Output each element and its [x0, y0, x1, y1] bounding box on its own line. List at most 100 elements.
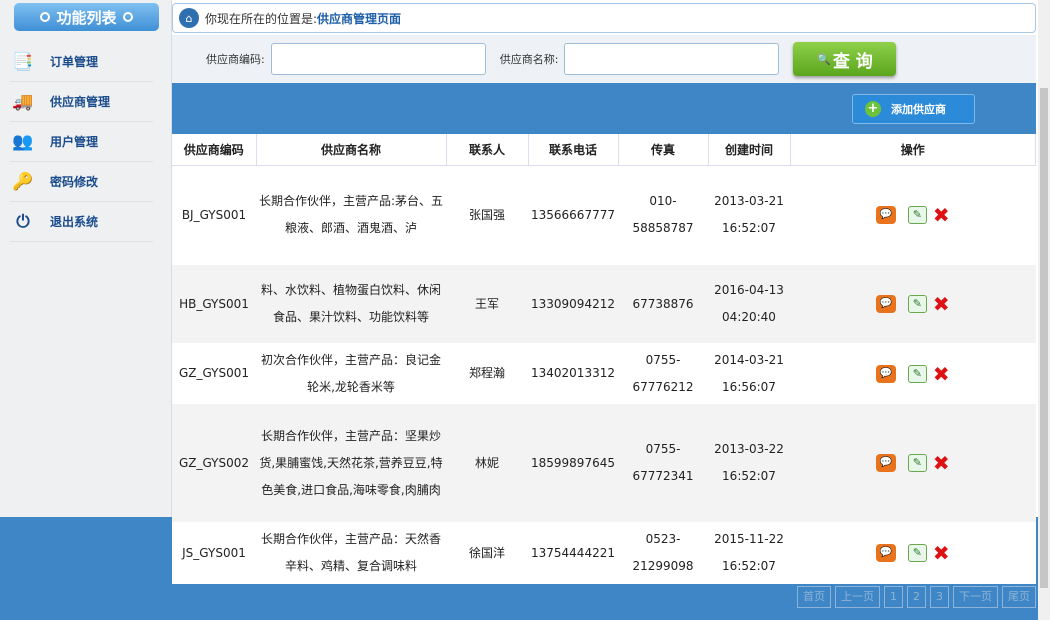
menu-icon: 👥: [12, 131, 34, 152]
sidebar-item-1[interactable]: 🚚 供应商管理: [10, 82, 153, 122]
pager-item[interactable]: 尾页: [1002, 586, 1036, 608]
edit-icon[interactable]: ✎: [907, 364, 927, 383]
cell-fax: 0523-21299098: [618, 522, 708, 584]
pager-item[interactable]: 2: [907, 586, 926, 608]
cell-time: 2016-04-13 04:20:40: [708, 265, 790, 343]
search-icon: 🔍: [817, 52, 831, 66]
view-icon[interactable]: 💬: [875, 295, 896, 313]
supplier-code-input[interactable]: [270, 43, 486, 75]
table-row: HB_GYS001 料、水饮料、植物蛋白饮料、休闲食品、果汁饮料、功能饮料等 王军 1…: [172, 265, 1036, 343]
table-row: GZ_GYS002 长期合作伙伴，主营产品：坚果炒货,果脯蜜饯,天然花茶,营养豆豆…: [172, 404, 1036, 522]
cell-contact: 林妮: [446, 404, 528, 522]
plus-icon: +: [865, 101, 881, 117]
cell-actions: 💬 ✎ ✖: [790, 522, 1036, 584]
supplier-table: 供应商编码 供应商名称 联系人 联系电话 传真 创建时间 操作 BJ_GYS001 长期合作伙…: [172, 134, 1036, 584]
cell-contact: 张国强: [446, 165, 528, 265]
sidebar-item-label: 用户管理: [50, 135, 99, 149]
view-icon[interactable]: 💬: [875, 206, 896, 225]
scrollbar-thumb[interactable]: [1040, 88, 1048, 588]
sidebar-item-label: 退出系统: [50, 215, 99, 229]
supplier-name-input[interactable]: [564, 43, 780, 75]
column-header: 供应商编码: [172, 134, 257, 166]
cell-code: JS_GYS001: [172, 522, 256, 584]
delete-icon[interactable]: ✖: [933, 543, 950, 563]
cell-time: 2013-03-21 16:52:07: [708, 165, 790, 265]
column-header: 操作: [790, 134, 1036, 166]
toolbar: + 添加供应商: [172, 83, 1036, 134]
sidebar-item-0[interactable]: 📑 订单管理: [10, 42, 153, 82]
breadcrumb-prefix: 你现在所在的位置是:: [205, 11, 318, 26]
sidebar-title: 功能列表: [56, 8, 117, 27]
column-header: 供应商名称: [256, 134, 447, 166]
table-header: 供应商编码 供应商名称 联系人 联系电话 传真 创建时间 操作: [172, 134, 1036, 166]
sidebar-header: 功能列表: [14, 3, 159, 31]
menu-icon: 📑: [12, 51, 34, 72]
cell-name: 长期合作伙伴，主营产品:茅台、五粮液、郎酒、酒鬼酒、泸: [256, 165, 446, 265]
query-button-label: 查 询: [832, 51, 873, 72]
column-header: 创建时间: [708, 134, 791, 166]
cell-phone: 18599897645: [528, 404, 618, 522]
cell-code: BJ_GYS001: [172, 165, 256, 265]
delete-icon[interactable]: ✖: [933, 205, 950, 225]
edit-icon[interactable]: ✎: [907, 295, 927, 313]
scrollbar[interactable]: [1038, 0, 1050, 620]
cell-fax: 0755-67776212: [618, 343, 708, 404]
cell-actions: 💬 ✎ ✖: [790, 404, 1036, 522]
page: 功能列表 📑 订单管理 🚚 供应商管理 👥 用户管理 🔑 密码修改 ⏻ 退出系统 ⌂ 你现在所在的…: [0, 0, 1050, 620]
cell-code: GZ_GYS002: [172, 404, 256, 522]
add-supplier-button[interactable]: + 添加供应商: [852, 94, 975, 124]
edit-icon[interactable]: ✎: [907, 206, 927, 225]
edit-icon[interactable]: ✎: [907, 544, 927, 562]
supplier-code-label: 供应商编码:: [206, 53, 265, 66]
sidebar-item-3[interactable]: 🔑 密码修改: [10, 162, 153, 202]
cell-time: 2015-11-22 16:52:07: [708, 522, 790, 584]
cell-name: 长期合作伙伴，主营产品：天然香辛料、鸡精、复合调味料: [256, 522, 446, 584]
cell-actions: 💬 ✎ ✖: [790, 265, 1036, 343]
table-row: GZ_GYS001 初次合作伙伴，主营产品：良记金轮米,龙轮香米等 郑程瀚 13402…: [172, 343, 1036, 404]
menu-icon: 🚚: [12, 91, 34, 112]
cell-code: GZ_GYS001: [172, 343, 256, 404]
sidebar-item-label: 供应商管理: [50, 95, 111, 109]
cell-contact: 王军: [446, 265, 528, 343]
pager-item[interactable]: 首页: [797, 586, 831, 608]
cell-phone: 13309094212: [528, 265, 618, 343]
sidebar-menu: 📑 订单管理 🚚 供应商管理 👥 用户管理 🔑 密码修改 ⏻ 退出系统: [10, 42, 153, 242]
cell-fax: 67738876: [618, 265, 708, 343]
cell-phone: 13402013312: [528, 343, 618, 404]
table-row: BJ_GYS001 长期合作伙伴，主营产品:茅台、五粮液、郎酒、酒鬼酒、泸 张国强 1…: [172, 165, 1036, 265]
sidebar-item-label: 订单管理: [50, 55, 99, 69]
pager-item[interactable]: 上一页: [835, 586, 880, 608]
add-supplier-label: 添加供应商: [891, 103, 946, 116]
home-icon[interactable]: ⌂: [179, 8, 199, 28]
cell-name: 料、水饮料、植物蛋白饮料、休闲食品、果汁饮料、功能饮料等: [256, 265, 446, 343]
delete-icon[interactable]: ✖: [933, 453, 950, 473]
cell-actions: 💬 ✎ ✖: [790, 343, 1036, 404]
cell-fax: 010-58858787: [618, 165, 708, 265]
query-button[interactable]: 🔍 查 询: [793, 42, 897, 76]
view-icon[interactable]: 💬: [875, 544, 896, 562]
cell-code: HB_GYS001: [172, 265, 256, 343]
sidebar-item-2[interactable]: 👥 用户管理: [10, 122, 153, 162]
sidebar-item-label: 密码修改: [50, 175, 99, 189]
table-row: JS_GYS001 长期合作伙伴，主营产品：天然香辛料、鸡精、复合调味料 徐国洋 13…: [172, 522, 1036, 584]
sidebar-item-4[interactable]: ⏻ 退出系统: [10, 202, 153, 242]
cell-contact: 郑程瀚: [446, 343, 528, 404]
cell-name: 初次合作伙伴，主营产品：良记金轮米,龙轮香米等: [256, 343, 446, 404]
supplier-name-label: 供应商名称:: [499, 53, 559, 66]
delete-icon[interactable]: ✖: [933, 294, 950, 314]
cell-fax: 0755-67772341: [618, 404, 708, 522]
search-bar: 供应商编码: 供应商名称: 🔍 查 询: [172, 35, 1036, 83]
pagination: 首页 上一页 1 2 3 下一页 尾页: [797, 586, 1036, 608]
delete-icon[interactable]: ✖: [933, 364, 950, 384]
pager-item[interactable]: 3: [930, 586, 949, 608]
cell-phone: 13566667777: [528, 165, 618, 265]
sidebar: 功能列表 📑 订单管理 🚚 供应商管理 👥 用户管理 🔑 密码修改 ⏻ 退出系统: [0, 0, 172, 517]
pager-item[interactable]: 下一页: [953, 586, 998, 608]
cell-name: 长期合作伙伴，主营产品：坚果炒货,果脯蜜饯,天然花茶,营养豆豆,特色美食,进口食…: [256, 404, 446, 522]
edit-icon[interactable]: ✎: [907, 454, 927, 472]
cell-contact: 徐国洋: [446, 522, 528, 584]
pager-item[interactable]: 1: [884, 586, 903, 608]
cell-phone: 13754444221: [528, 522, 618, 584]
view-icon[interactable]: 💬: [875, 454, 896, 472]
view-icon[interactable]: 💬: [875, 364, 896, 383]
